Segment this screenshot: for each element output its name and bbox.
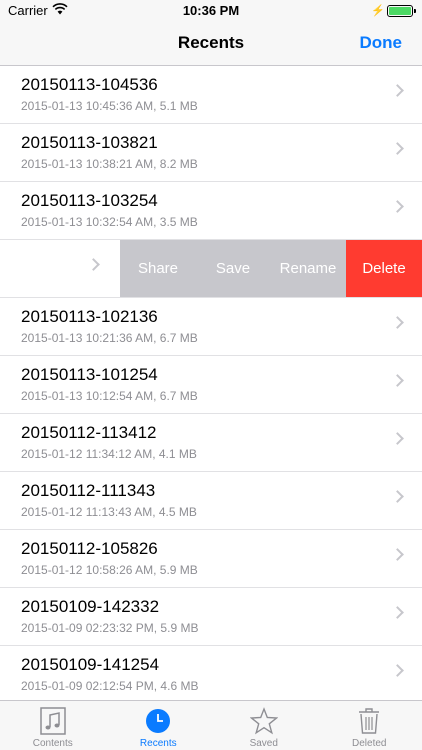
list-item[interactable]: 20150113-101254 2015-01-13 10:12:54 AM, … [0,356,422,414]
list-item[interactable]: 20150109-142332 2015-01-09 02:23:32 PM, … [0,588,422,646]
tab-deleted[interactable]: Deleted [317,701,422,750]
battery-icon [387,5,416,17]
recordings-list[interactable]: 20150113-104536 2015-01-13 10:45:36 AM, … [0,66,422,700]
save-button[interactable]: Save [196,240,270,297]
tab-label: Contents [32,738,73,749]
chevron-right-icon [391,142,404,155]
tab-label: Deleted [352,738,387,749]
recording-title: 20150113-102136 [21,307,158,326]
tab-label: Saved [249,738,278,749]
recording-title: 20150109-141254 [21,655,160,674]
swipe-actions: Share Save Rename Delete [120,240,422,297]
charging-icon: ⚡ [371,5,385,17]
list-item[interactable]: 20150113-102136 2015-01-13 10:21:36 AM, … [0,298,422,356]
tab-bar: Contents Recents Saved Deleted [0,700,422,750]
recording-title: 20150112-111343 [21,481,156,500]
rename-button[interactable]: Rename [270,240,346,297]
recording-title: 20150113-104536 [21,75,158,94]
recording-title: 20150112-113412 [21,423,157,442]
recording-details: 2015-01-09 02:12:54 PM, 4.6 MB [21,679,199,693]
tab-saved[interactable]: Saved [211,701,317,750]
done-button[interactable]: Done [360,33,403,53]
delete-button[interactable]: Delete [346,240,422,297]
navigation-bar: Recents Done [0,22,422,66]
recording-details: 2015-01-12 11:34:12 AM, 4.1 MB [21,447,197,461]
status-time: 10:36 PM [182,3,240,18]
trash-icon [359,708,380,734]
recording-details: 2015-01-12 11:13:43 AM, 4.5 MB [21,505,197,519]
chevron-right-icon [391,316,404,329]
chevron-right-icon [391,374,404,387]
recording-details: 2015-01-13 10:45:36 AM, 5.1 MB [21,99,198,113]
recording-details: 2015-01-13 10:12:54 AM, 6.7 MB [21,389,198,403]
list-item[interactable]: 20150113-103254 2015-01-13 10:32:54 AM, … [0,182,422,240]
recording-title: 20150112-105826 [21,539,158,558]
tab-label: Recents [139,738,177,749]
chevron-right-icon [391,200,404,213]
tab-recents[interactable]: Recents [106,701,212,750]
recording-details: 2015-01-09 02:23:32 PM, 5.9 MB [21,621,199,635]
chevron-right-icon [391,548,404,561]
recording-title: 20150113-101254 [21,365,158,384]
recording-details: 2015-01-12 10:58:26 AM, 5.9 MB [21,563,198,577]
list-item[interactable]: 20150112-111343 2015-01-12 11:13:43 AM, … [0,472,422,530]
list-item[interactable]: 20150112-113412 2015-01-12 11:34:12 AM, … [0,414,422,472]
recording-details: 2015-01-13 10:32:54 AM, 3.5 MB [21,215,198,229]
chevron-right-icon [391,490,404,503]
list-item[interactable]: 20150109-141254 2015-01-09 02:12:54 PM, … [0,646,422,700]
music-note-icon [40,707,66,735]
list-item[interactable]: 20150113-104536 2015-01-13 10:45:36 AM, … [0,66,422,124]
star-icon [249,707,278,735]
chevron-right-icon [391,606,404,619]
recording-title: 20150109-142332 [21,597,160,616]
recording-title: 20150113-103254 [21,191,158,210]
recording-details: 2015-01-13 10:21:36 AM, 6.7 MB [21,331,198,345]
recording-details: 2015-01-13 10:38:21 AM, 8.2 MB [21,157,198,171]
list-item[interactable]: 20150113-103821 2015-01-13 10:38:21 AM, … [0,124,422,182]
status-bar: Carrier 10:36 PM ⚡ [0,0,422,22]
chevron-right-icon [87,258,100,271]
share-button[interactable]: Share [120,240,196,297]
battery-level [389,7,411,15]
chevron-right-icon [391,664,404,677]
tab-contents[interactable]: Contents [0,701,106,750]
chevron-right-icon [391,84,404,97]
chevron-right-icon [391,432,404,445]
swiped-list-item[interactable]: Share Save Rename Delete [0,240,422,298]
recording-title: 20150113-103821 [21,133,158,152]
list-item[interactable]: 20150112-105826 2015-01-12 10:58:26 AM, … [0,530,422,588]
clock-icon [146,709,171,733]
